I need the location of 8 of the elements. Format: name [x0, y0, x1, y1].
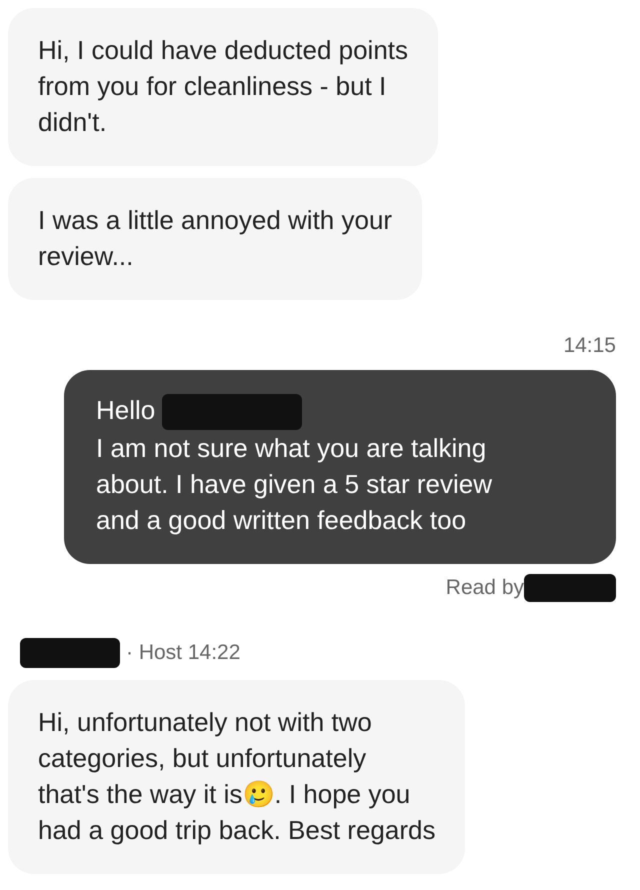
- read-receipt: Read by: [446, 576, 524, 600]
- message-text: I am not sure what you are talking about. I have given a 5 star review and a good written feedback too: [96, 432, 494, 538]
- sender-info: · Host 14:22: [126, 641, 240, 666]
- message-bubble: I was a little annoyed with your review...: [8, 178, 422, 300]
- message-bubble: Hi, I could have deducted points from you for cleanliness - but I didn't.: [8, 8, 438, 166]
- message-time: 14:15: [563, 334, 616, 358]
- message-bubble: Hi, unfortunately not with two categories, but unfortunately that's the way it is🥲. I hope you had a good trip back. Best regards: [8, 680, 466, 874]
- greeting-text: Hello: [96, 395, 156, 425]
